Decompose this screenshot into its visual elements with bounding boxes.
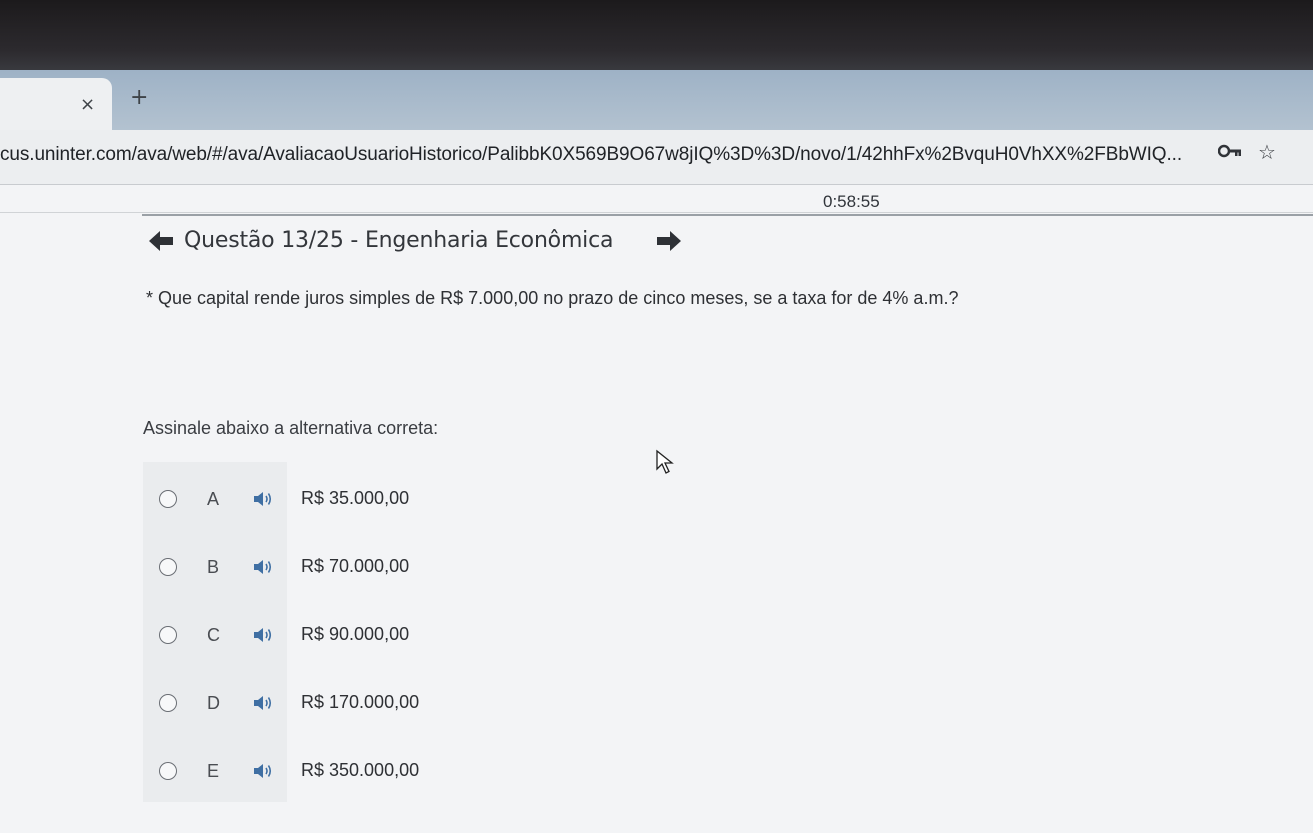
option-text: R$ 170.000,00 bbox=[301, 692, 420, 712]
question-title: Questão 13/25 - Engenharia Econômica bbox=[184, 228, 614, 253]
tab-close-icon[interactable]: × bbox=[80, 94, 95, 115]
key-icon[interactable] bbox=[1218, 144, 1242, 158]
option-letter: C bbox=[207, 625, 220, 645]
option-radio[interactable] bbox=[159, 762, 177, 780]
screen-bezel bbox=[0, 0, 1313, 72]
option-c[interactable]: C R$ 90.000,00 bbox=[143, 598, 1313, 666]
speaker-icon[interactable] bbox=[253, 626, 273, 644]
arrow-left-icon[interactable] bbox=[147, 229, 175, 253]
option-radio[interactable] bbox=[159, 694, 177, 712]
option-b[interactable]: B R$ 70.000,00 bbox=[143, 530, 1313, 598]
new-tab-button[interactable]: + bbox=[130, 86, 148, 110]
option-text: R$ 90.000,00 bbox=[301, 624, 410, 644]
address-bar: cus.uninter.com/ava/web/#/ava/AvaliacaoU… bbox=[0, 130, 1313, 185]
exam-timer: 0:58:55 bbox=[823, 192, 880, 211]
divider bbox=[0, 212, 1313, 213]
option-letter: B bbox=[207, 557, 220, 577]
header-divider bbox=[142, 214, 1313, 216]
option-radio[interactable] bbox=[159, 626, 177, 644]
speaker-icon[interactable] bbox=[253, 762, 273, 780]
option-text: R$ 350.000,00 bbox=[301, 760, 420, 780]
option-radio[interactable] bbox=[159, 558, 177, 576]
instruction-text: Assinale abaixo a alternativa correta: bbox=[143, 418, 439, 438]
option-letter: A bbox=[207, 489, 220, 509]
browser-tab-bar: × bbox=[0, 70, 1313, 130]
option-text: R$ 70.000,00 bbox=[301, 556, 410, 576]
option-a[interactable]: A R$ 35.000,00 bbox=[143, 462, 1313, 530]
option-e[interactable]: E R$ 350.000,00 bbox=[143, 734, 1313, 802]
browser-tab[interactable]: × bbox=[0, 78, 112, 130]
option-letter: D bbox=[207, 693, 220, 713]
speaker-icon[interactable] bbox=[253, 490, 273, 508]
question-text: * Que capital rende juros simples de R$ … bbox=[146, 288, 959, 308]
speaker-icon[interactable] bbox=[253, 694, 273, 712]
speaker-icon[interactable] bbox=[253, 558, 273, 576]
bookmark-star-icon[interactable]: ☆ bbox=[1258, 140, 1276, 164]
option-text: R$ 35.000,00 bbox=[301, 488, 410, 508]
option-letter: E bbox=[207, 761, 220, 781]
option-radio[interactable] bbox=[159, 490, 177, 508]
answer-options: A R$ 35.000,00 B R$ 70.000,00 C R$ 90.00… bbox=[143, 462, 1313, 802]
arrow-right-icon[interactable] bbox=[655, 229, 683, 253]
mouse-pointer-icon bbox=[656, 449, 674, 474]
url-field[interactable]: cus.uninter.com/ava/web/#/ava/AvaliacaoU… bbox=[0, 144, 1200, 166]
option-d[interactable]: D R$ 170.000,00 bbox=[143, 666, 1313, 734]
